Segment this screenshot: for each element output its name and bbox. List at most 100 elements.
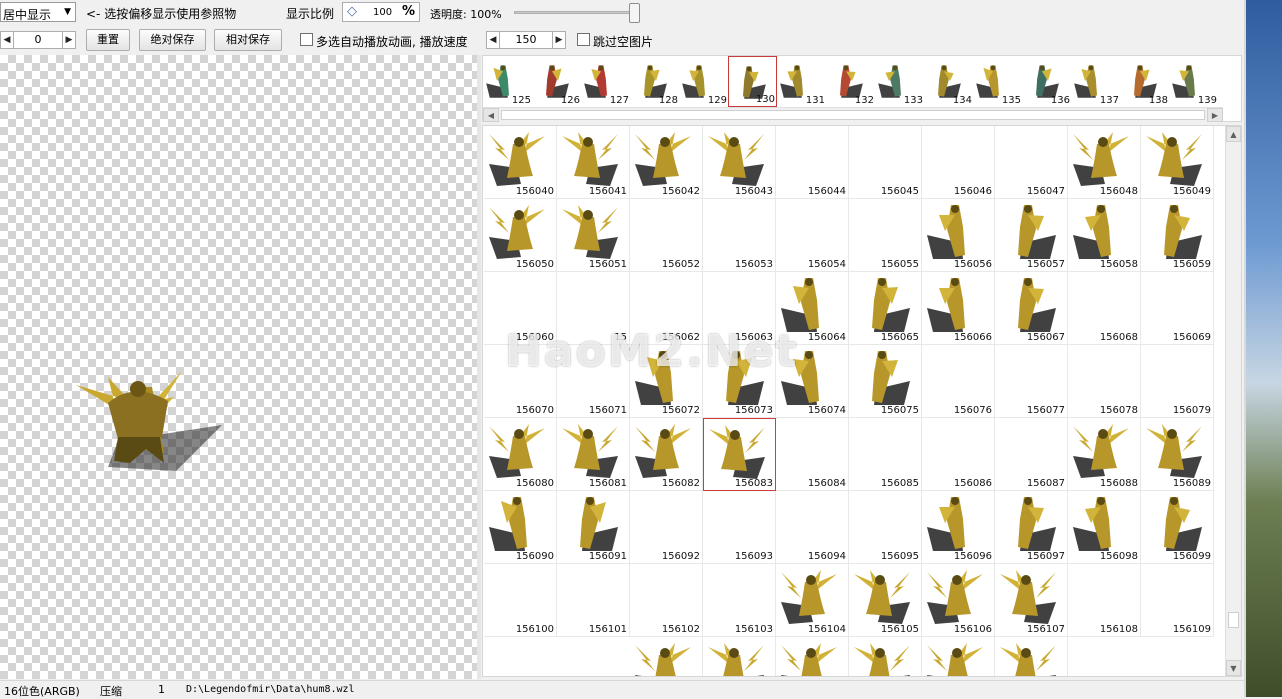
chevron-right-icon[interactable]: ▶ [552, 31, 566, 49]
grid-cell[interactable]: 156042 [630, 126, 703, 199]
grid-cell[interactable]: 156104 [776, 564, 849, 637]
thumbnail-item[interactable]: 138 [1120, 56, 1169, 107]
opacity-slider-track[interactable] [514, 11, 634, 14]
grid-cell[interactable]: 156108 [1068, 564, 1141, 637]
grid-cell[interactable]: 156082 [630, 418, 703, 491]
grid-cell[interactable]: 156088 [1068, 418, 1141, 491]
grid-cell[interactable]: 156049 [1141, 126, 1214, 199]
speed-stepper[interactable]: ◀ 150 ▶ [486, 31, 566, 49]
thumbnail-scrollbar[interactable]: ◀ ▶ [483, 107, 1223, 122]
grid-cell[interactable]: 156047 [995, 126, 1068, 199]
thumbnail-item[interactable]: 127 [581, 56, 630, 107]
grid-cell[interactable]: 156109 [1141, 564, 1214, 637]
reset-button[interactable]: 重置 [86, 29, 130, 51]
thumbnail-item[interactable]: 139 [1169, 56, 1218, 107]
grid-cell[interactable]: 156107 [995, 564, 1068, 637]
grid-cell[interactable]: 156080 [484, 418, 557, 491]
thumbnail-item[interactable]: 135 [973, 56, 1022, 107]
grid-cell[interactable]: 156099 [1141, 491, 1214, 564]
thumbnail-item[interactable]: 126 [532, 56, 581, 107]
grid-cell[interactable]: 156095 [849, 491, 922, 564]
grid-cell[interactable]: 156077 [995, 345, 1068, 418]
grid-cell[interactable]: 156094 [776, 491, 849, 564]
opacity-slider-thumb[interactable] [629, 3, 640, 23]
grid-cell[interactable]: 156048 [1068, 126, 1141, 199]
grid-cell[interactable]: 156044 [776, 126, 849, 199]
grid-cell[interactable]: 156045 [849, 126, 922, 199]
grid-cell[interactable]: 156106 [922, 564, 995, 637]
grid-scroll-thumb[interactable] [1228, 612, 1239, 628]
grid-cell[interactable] [995, 637, 1068, 676]
thumbnail-item[interactable]: 125 [485, 56, 532, 107]
speed-input[interactable]: 150 [499, 31, 553, 49]
grid-cell[interactable]: 156090 [484, 491, 557, 564]
grid-cell[interactable]: 156089 [1141, 418, 1214, 491]
grid-cell[interactable]: 156046 [922, 126, 995, 199]
grid-cell[interactable]: 156052 [630, 199, 703, 272]
thumbnail-item[interactable]: 131 [777, 56, 826, 107]
grid-cell[interactable]: 156066 [922, 272, 995, 345]
thumbnail-strip[interactable]: 125 126 127 128 129 130 131 132 133 134 … [482, 55, 1242, 122]
thumbnail-item[interactable]: 136 [1022, 56, 1071, 107]
grid-cell[interactable]: 156087 [995, 418, 1068, 491]
grid-cell[interactable]: 156058 [1068, 199, 1141, 272]
grid-cell[interactable]: 156055 [849, 199, 922, 272]
grid-cell[interactable]: 156102 [630, 564, 703, 637]
scroll-up-icon[interactable]: ▲ [1226, 126, 1241, 142]
grid-cell[interactable]: 156086 [922, 418, 995, 491]
grid-cell[interactable]: 156078 [1068, 345, 1141, 418]
grid-cell[interactable]: 156103 [703, 564, 776, 637]
thumbnail-item[interactable]: 130 [728, 56, 777, 107]
grid-cell[interactable] [703, 637, 776, 676]
grid-cell[interactable]: 156076 [922, 345, 995, 418]
grid-cell[interactable] [630, 637, 703, 676]
preview-canvas[interactable] [0, 55, 477, 679]
chevron-left-icon[interactable]: ◀ [486, 31, 500, 49]
grid-cell[interactable] [776, 637, 849, 676]
grid-cell[interactable]: 156093 [703, 491, 776, 564]
grid-cell[interactable]: 156053 [703, 199, 776, 272]
grid-cell[interactable]: 156065 [849, 272, 922, 345]
grid-cell[interactable]: 156059 [1141, 199, 1214, 272]
absolute-save-button[interactable]: 绝对保存 [139, 29, 206, 51]
grid-cell[interactable]: 156067 [995, 272, 1068, 345]
thumbnail-item[interactable]: 128 [630, 56, 679, 107]
skip-empty-checkbox[interactable] [577, 33, 590, 46]
scroll-left-icon[interactable]: ◀ [483, 108, 499, 122]
grid-cell[interactable]: 156098 [1068, 491, 1141, 564]
grid-cell[interactable]: 156085 [849, 418, 922, 491]
grid-cell[interactable]: 156101 [557, 564, 630, 637]
thumbnail-item[interactable]: 134 [924, 56, 973, 107]
grid-cell[interactable]: 156079 [1141, 345, 1214, 418]
grid-cell[interactable]: 156084 [776, 418, 849, 491]
panel-splitter[interactable] [477, 55, 481, 679]
thumbnail-item[interactable]: 137 [1071, 56, 1120, 107]
grid-cell[interactable]: 156043 [703, 126, 776, 199]
offset-input[interactable]: 0 [13, 31, 63, 49]
grid-cell[interactable]: 156069 [1141, 272, 1214, 345]
grid-cell[interactable]: 156068 [1068, 272, 1141, 345]
grid-cell[interactable]: 156091 [557, 491, 630, 564]
thumbnail-item[interactable]: 132 [826, 56, 875, 107]
chevron-left-icon[interactable]: ◀ [0, 31, 14, 49]
grid-cell[interactable]: 156054 [776, 199, 849, 272]
grid-cell[interactable]: 156075 [849, 345, 922, 418]
thumbnail-scroll-thumb[interactable] [501, 110, 1205, 120]
scroll-right-icon[interactable]: ▶ [1207, 108, 1223, 122]
thumbnail-item[interactable]: 129 [679, 56, 728, 107]
grid-cell[interactable]: 156083 [703, 418, 776, 491]
chevron-right-icon[interactable]: ▶ [62, 31, 76, 49]
image-grid-panel[interactable]: 156040 156041 156042 156043 156044 156045 1… [482, 125, 1242, 677]
grid-cell[interactable] [849, 637, 922, 676]
grid-cell[interactable]: 156092 [630, 491, 703, 564]
relative-save-button[interactable]: 相对保存 [214, 29, 282, 51]
grid-cell[interactable]: 156057 [995, 199, 1068, 272]
grid-cell[interactable]: 156081 [557, 418, 630, 491]
auto-play-checkbox[interactable] [300, 33, 313, 46]
grid-cell[interactable]: 156040 [484, 126, 557, 199]
grid-cell[interactable]: 156051 [557, 199, 630, 272]
grid-scrollbar[interactable]: ▲ ▼ [1225, 126, 1241, 676]
offset-stepper[interactable]: ◀ 0 ▶ [0, 31, 76, 49]
grid-cell[interactable] [922, 637, 995, 676]
grid-cell[interactable]: 156105 [849, 564, 922, 637]
